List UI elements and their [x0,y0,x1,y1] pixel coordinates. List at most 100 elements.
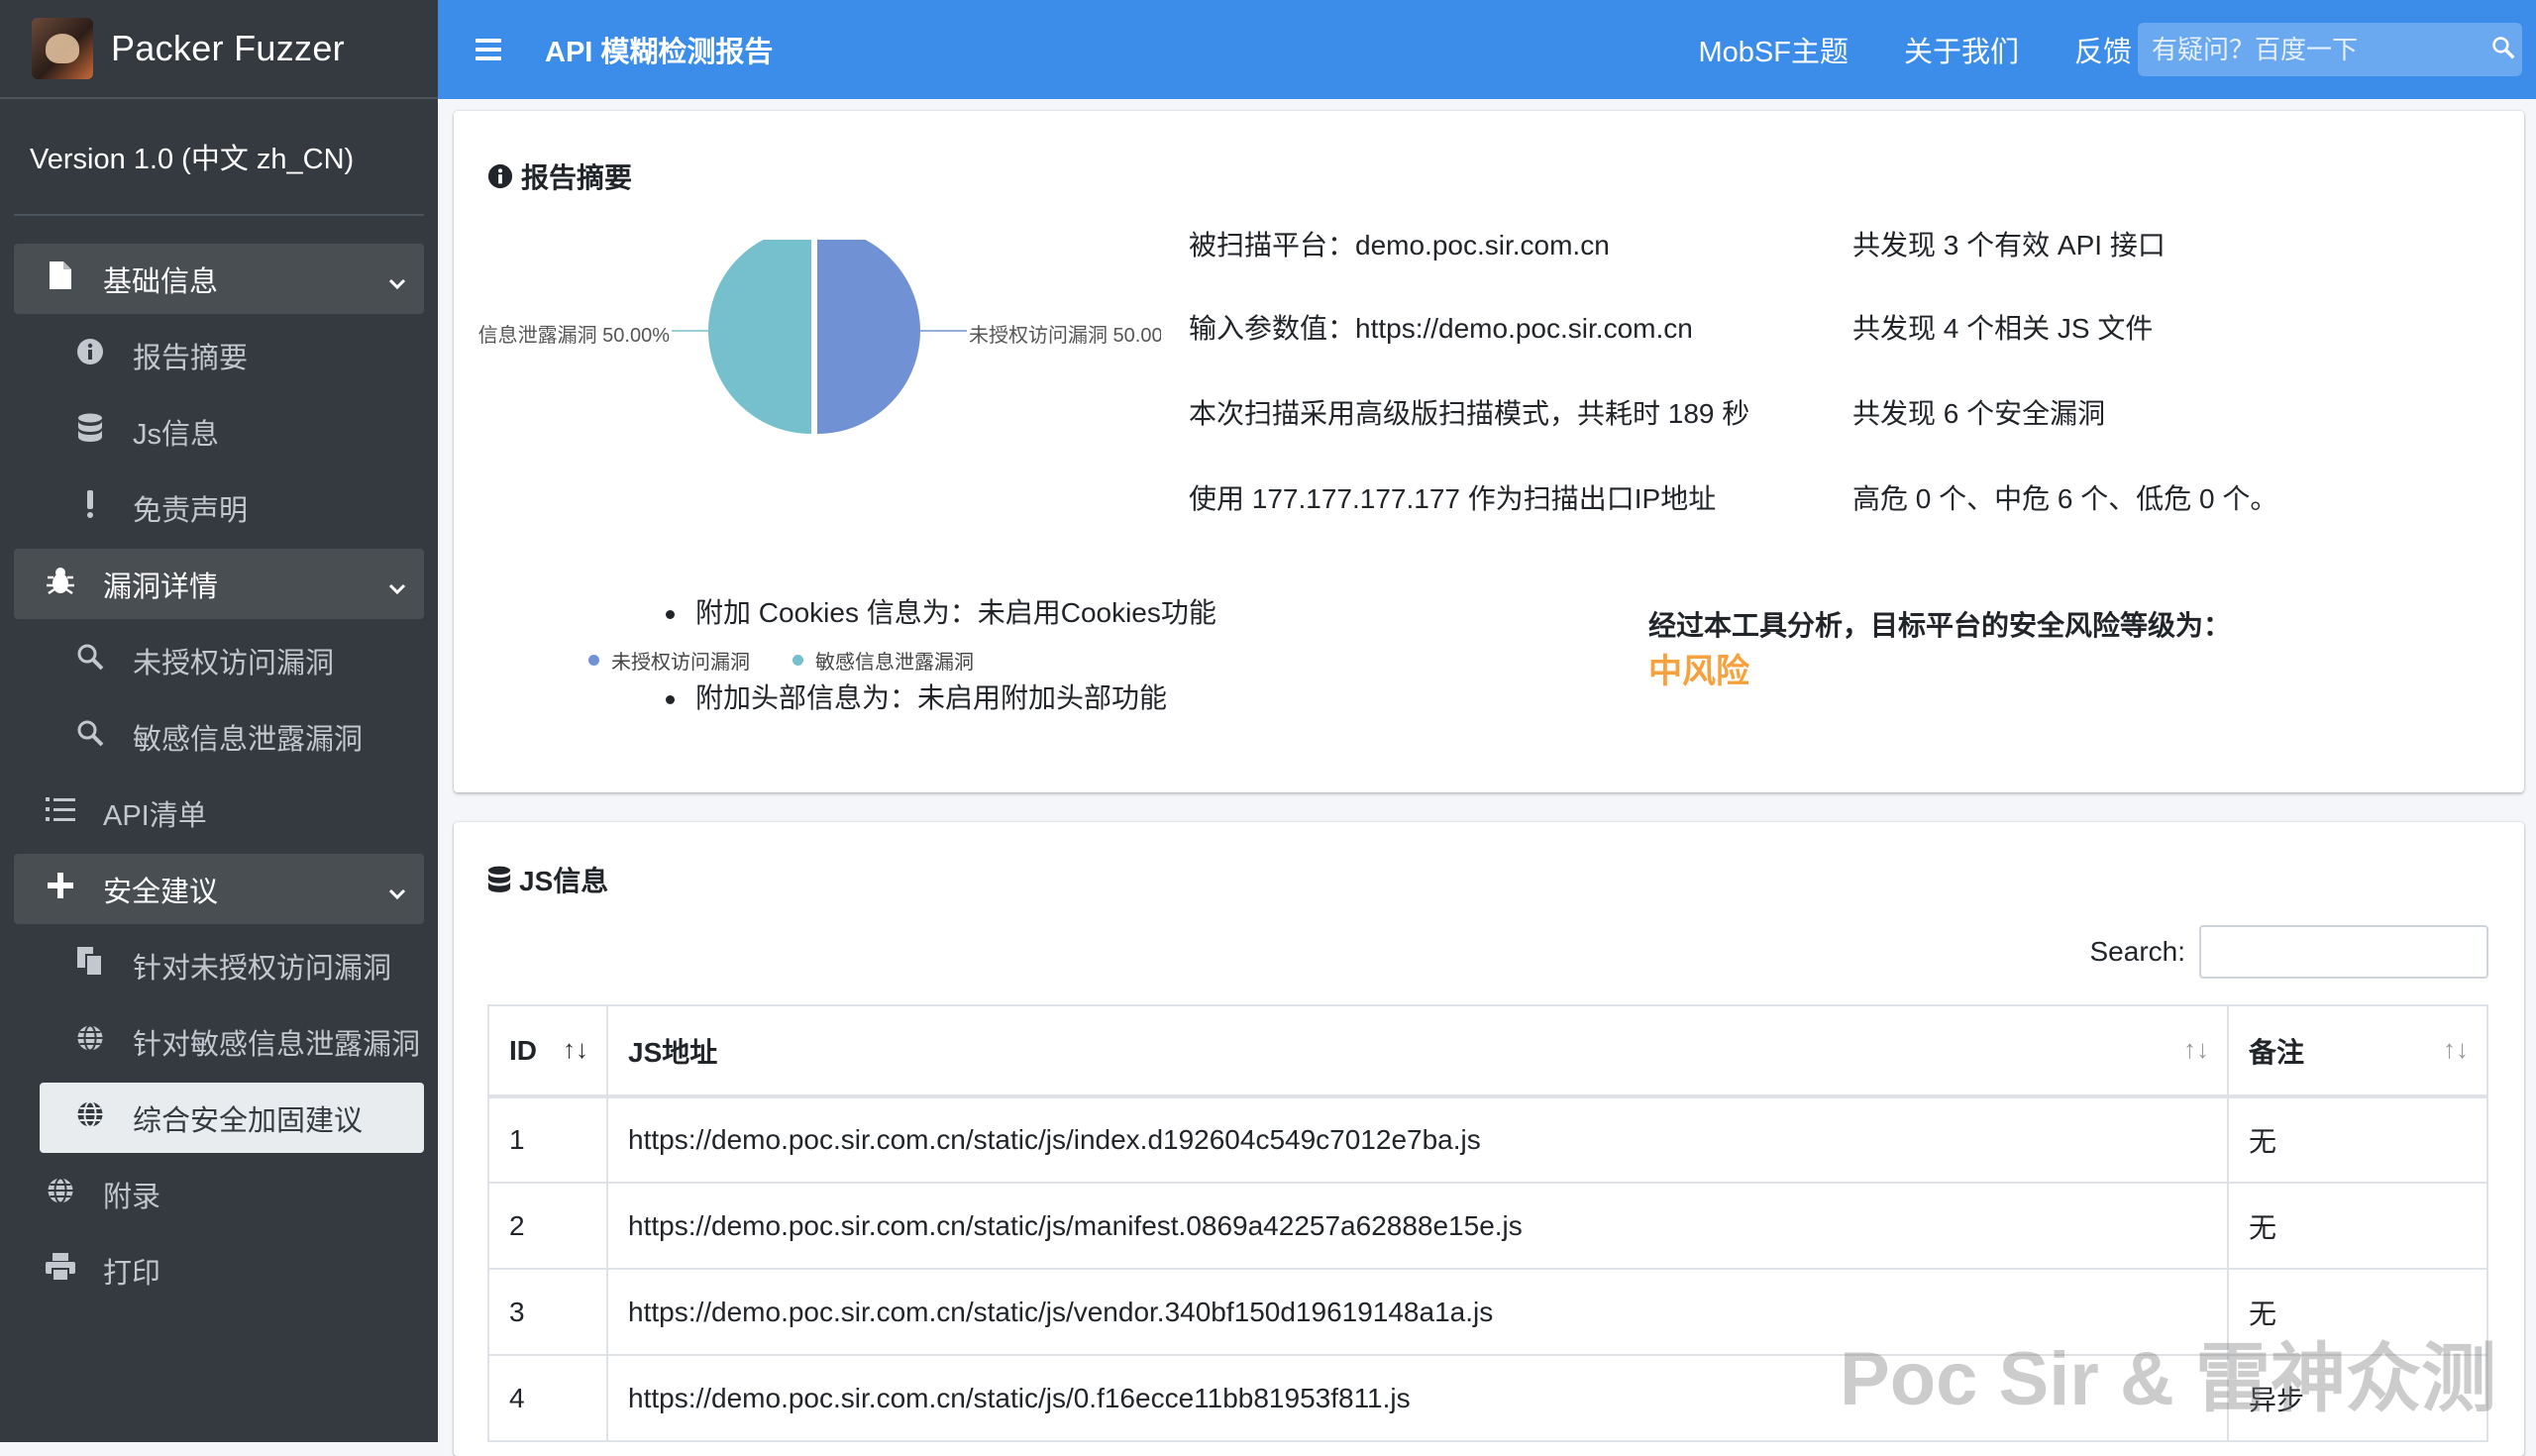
sidebar-item-vuln-details[interactable]: 漏洞详情 [14,549,424,619]
sidebar-item-label: 漏洞详情 [103,571,219,603]
egress-ip: 使用 177.177.177.177 作为扫描出口IP地址 [1189,483,1717,514]
column-header-label: JS地址 [628,1036,718,1068]
search-input[interactable] [2138,23,2483,76]
cell-js-url: https://demo.poc.sir.com.cn/static/js/in… [606,1095,2229,1184]
search-icon [73,719,107,755]
top-navbar: API 模糊检测报告 MobSF主题 关于我们 反馈 [438,0,2536,99]
sidebar-item-advice-leak[interactable]: 针对敏感信息泄露漏洞 [14,1006,424,1077]
sidebar-item-label: 未授权访问漏洞 [133,647,335,679]
column-header-js-url[interactable]: JS地址 ↑↓ [606,1004,2229,1098]
sidebar-item-api-list[interactable]: API清单 [14,778,424,848]
column-header-id[interactable]: ID ↑↓ [487,1004,608,1098]
sidebar: Packer Fuzzer Version 1.0 (中文 zh_CN) 基础信… [0,0,438,1442]
cell-note: 无 [2227,1268,2488,1356]
risk-level-title: 经过本工具分析，目标平台的安全风险等级为： [1648,610,2232,641]
list-icon [44,796,77,830]
nav-link-feedback[interactable]: 反馈 [2074,29,2132,70]
cell-id: 3 [487,1268,608,1356]
cell-note: 异步 [2227,1354,2488,1442]
sidebar-item-label: 附录 [103,1181,161,1213]
sidebar-item-label: API清单 [103,799,207,832]
pie-label-unauth: 未授权访问漏洞 50.00 [969,325,1161,347]
search-icon [73,643,107,678]
info-circle-icon [73,338,107,373]
sidebar-item-advice-unauth[interactable]: 针对未授权访问漏洞 [14,930,424,1000]
sidebar-item-label: 免责声明 [133,494,249,527]
table-row: 2 https://demo.poc.sir.com.cn/static/js/… [487,1182,2488,1270]
search-icon [2491,36,2515,64]
cell-note: 无 [2227,1182,2488,1270]
sort-asc-icon: ↑↓ [563,1034,588,1064]
sidebar-item-label: 综合安全加固建议 [133,1104,364,1137]
card-title: 报告摘要 [487,156,632,196]
globe-icon [44,1177,77,1212]
sidebar-item-report-summary[interactable]: 报告摘要 [14,320,424,390]
nav-link-about-us[interactable]: 关于我们 [1904,29,2019,70]
sidebar-item-label: 敏感信息泄露漏洞 [133,723,364,756]
chevron-down-icon [388,571,406,603]
page-title: API 模糊检测报告 [545,37,774,68]
cell-id: 2 [487,1182,608,1270]
sidebar-item-disclaimer[interactable]: 免责声明 [14,472,424,543]
table-search: Search: [2089,925,2488,979]
brand-logo [32,18,93,79]
cell-id: 4 [487,1354,608,1442]
scan-mode: 本次扫描采用高级版扫描模式，共耗时 189 秒 [1189,398,1750,429]
sidebar-item-basic-info[interactable]: 基础信息 [14,244,424,314]
sidebar-item-print[interactable]: 打印 [14,1235,424,1305]
sidebar-item-js-info[interactable]: Js信息 [14,396,424,467]
nav-link-mobsf-theme[interactable]: MobSF主题 [1698,29,1848,70]
sidebar-item-label: 针对未授权访问漏洞 [133,952,392,985]
cell-js-url: https://demo.poc.sir.com.cn/static/js/ve… [606,1268,2229,1356]
bug-icon [44,566,77,603]
pie-slice[interactable] [817,228,920,434]
legend-dot [588,655,599,666]
js-count: 共发现 4 个相关 JS 文件 [1852,313,2154,344]
search-button[interactable] [2483,23,2522,76]
headers-info: 附加头部信息为：未启用附加头部功能 [666,681,1216,715]
sidebar-nav: 基础信息 报告摘要 Js信息 免责声明 漏洞详情 未授权访问漏洞 敏感信息泄露漏… [0,216,438,1305]
card-title: JS信息 [487,860,608,899]
file-icon [44,260,77,297]
menu-toggle-icon[interactable] [476,39,501,60]
sidebar-item-info-leak[interactable]: 敏感信息泄露漏洞 [14,701,424,772]
column-header-note[interactable]: 备注 ↑↓ [2227,1004,2488,1098]
globe-icon [73,1024,107,1060]
extra-info-list: 附加 Cookies 信息为：未启用Cookies功能 附加头部信息为：未启用附… [666,596,1216,767]
pie-label-info-leak: 信息泄露漏洞 50.00% [477,325,670,347]
brand[interactable]: Packer Fuzzer [0,0,438,99]
sort-icon: ↑↓ [2183,1034,2209,1064]
search-box [2138,23,2522,76]
js-info-table: ID ↑↓ JS地址 ↑↓ 备注 ↑↓ 1 https://demo.poc.s… [487,1004,2488,1442]
severity-breakdown: 高危 0 个、中危 6 个、低危 0 个。 [1852,483,2278,514]
chevron-down-icon [388,265,406,298]
database-icon [487,866,511,893]
table-search-label: Search: [2089,936,2186,967]
sidebar-item-label: Js信息 [133,418,220,451]
pie-slice[interactable] [708,228,811,434]
vuln-count: 共发现 6 个安全漏洞 [1852,398,2106,429]
sidebar-item-label: 报告摘要 [133,342,249,374]
cell-js-url: https://demo.poc.sir.com.cn/static/js/ma… [606,1182,2229,1270]
sidebar-item-label: 打印 [103,1257,161,1290]
info-circle-icon [487,163,513,189]
sidebar-item-label: 安全建议 [103,876,219,908]
sidebar-item-security-advice[interactable]: 安全建议 [14,854,424,924]
brand-name: Packer Fuzzer [111,28,345,68]
sidebar-item-comprehensive-advice[interactable]: 综合安全加固建议 [40,1083,424,1153]
exclamation-icon [73,489,107,526]
table-row: 4 https://demo.poc.sir.com.cn/static/js/… [487,1354,2488,1442]
sidebar-item-unauth-access[interactable]: 未授权访问漏洞 [14,625,424,695]
cell-note: 无 [2227,1095,2488,1184]
api-count: 共发现 3 个有效 API 接口 [1852,230,2166,260]
sidebar-item-label: 针对敏感信息泄露漏洞 [133,1028,421,1061]
card-title-text: 报告摘要 [521,162,633,193]
database-icon [73,413,107,451]
sort-icon: ↑↓ [2443,1034,2469,1064]
table-search-input[interactable] [2199,925,2488,979]
sidebar-item-appendix[interactable]: 附录 [14,1159,424,1229]
sidebar-item-label: 基础信息 [103,265,219,298]
chevron-down-icon [388,876,406,908]
pie-svg [672,228,967,434]
cookies-info: 附加 Cookies 信息为：未启用Cookies功能 [666,596,1216,630]
